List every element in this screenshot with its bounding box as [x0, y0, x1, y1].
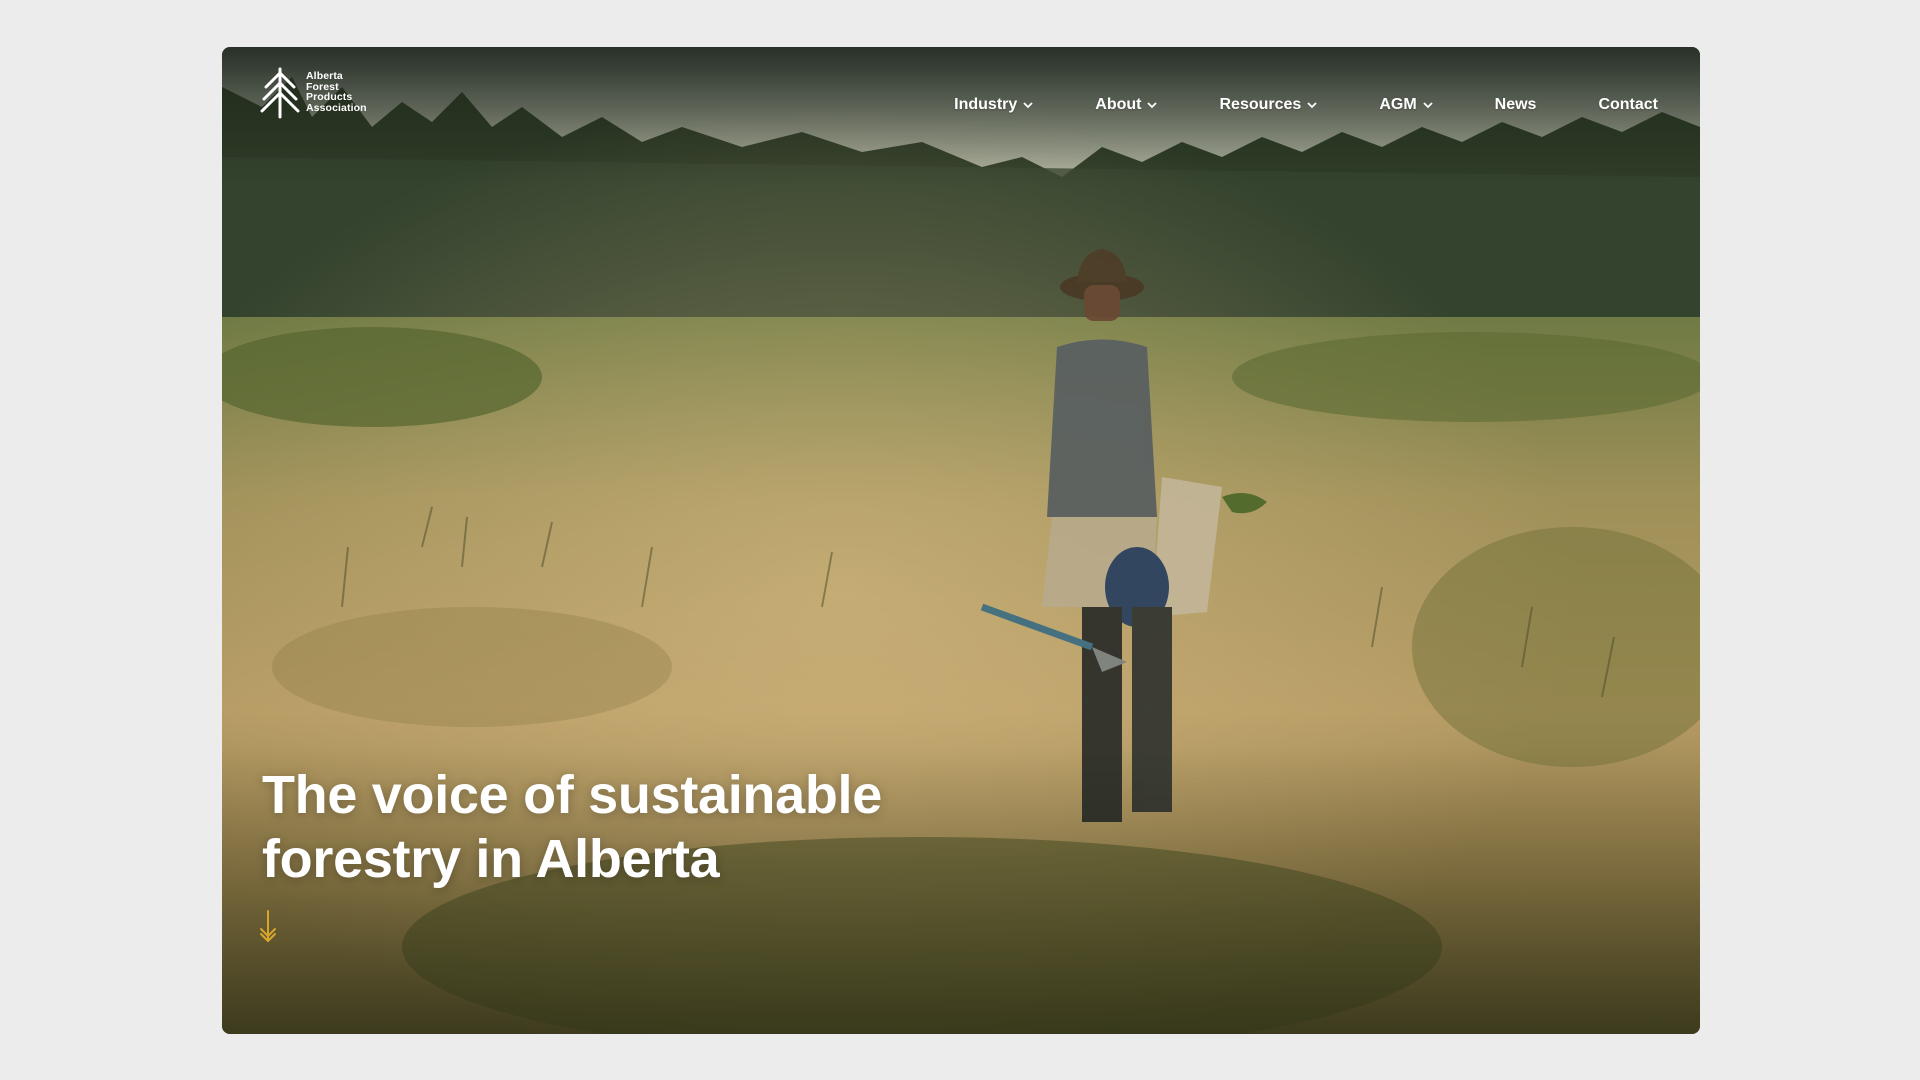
nav-item-agm[interactable]: AGM	[1379, 96, 1433, 114]
nav-item-industry[interactable]: Industry	[954, 96, 1033, 114]
logo-line: Products	[306, 91, 353, 103]
hero-title-line: The voice of sustainable	[262, 765, 882, 825]
nav-item-news[interactable]: News	[1495, 96, 1537, 114]
logo-wordmark: Alberta Forest Products Association	[306, 71, 367, 113]
chevron-down-icon	[1423, 102, 1433, 109]
chevron-down-icon	[1307, 102, 1317, 109]
logo[interactable]: Alberta Forest Products Association	[260, 65, 367, 119]
logo-line: Association	[306, 101, 367, 114]
nav-item-label: AGM	[1379, 96, 1417, 113]
hero-section: Alberta Forest Products Association Indu…	[222, 47, 1700, 1034]
tree-icon	[260, 67, 300, 119]
nav-item-label: Resources	[1219, 96, 1302, 113]
arrow-down-icon[interactable]	[258, 909, 278, 943]
chevron-down-icon	[1023, 102, 1033, 109]
nav-item-label: About	[1095, 96, 1142, 113]
nav-item-label: Industry	[954, 96, 1018, 113]
nav-item-label: News	[1494, 96, 1537, 113]
nav-item-resources[interactable]: Resources	[1219, 96, 1317, 114]
nav-item-contact[interactable]: Contact	[1598, 96, 1658, 114]
main-nav: Industry About Resources AGM News Contac…	[954, 96, 1658, 114]
nav-item-about[interactable]: About	[1095, 96, 1158, 114]
logo-line: Alberta	[306, 70, 343, 82]
hero-title: The voice of sustainable forestry in Alb…	[262, 763, 1022, 891]
nav-item-label: Contact	[1598, 96, 1658, 113]
hero-title-line: forestry in Alberta	[262, 829, 720, 889]
chevron-down-icon	[1147, 102, 1158, 109]
